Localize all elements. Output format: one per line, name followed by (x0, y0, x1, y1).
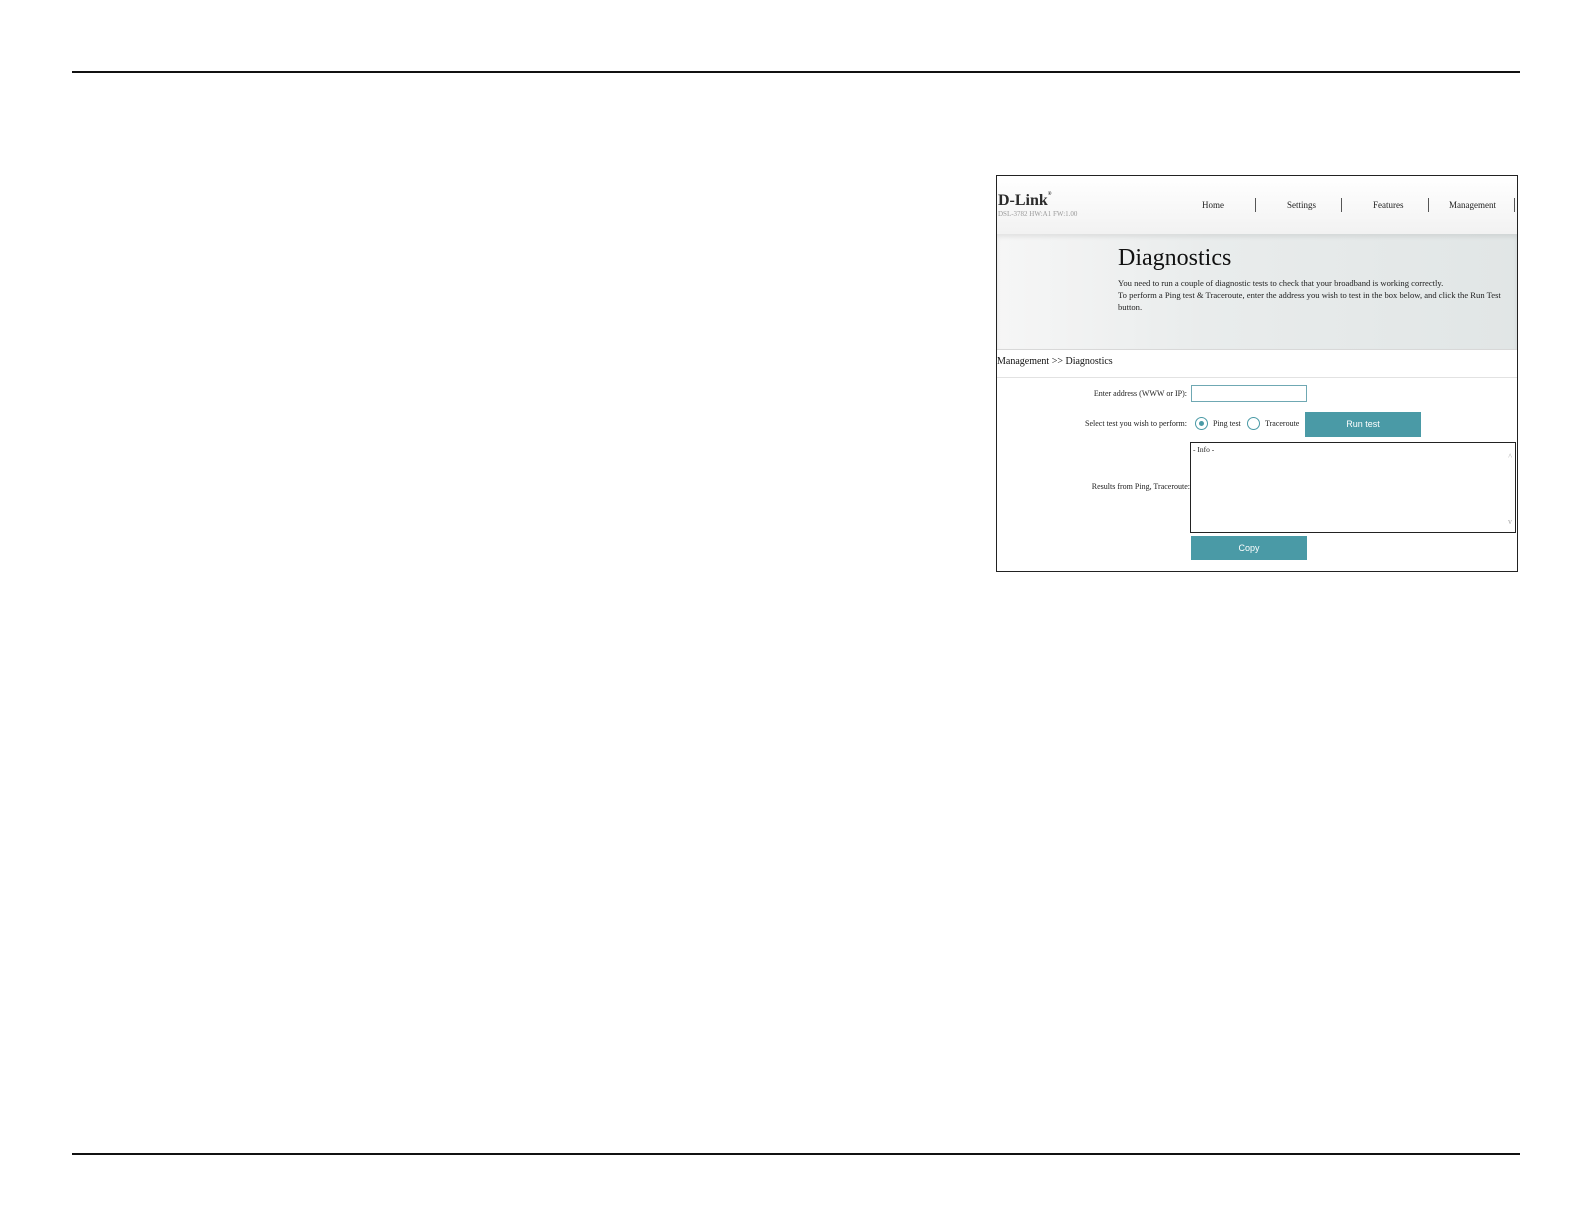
address-input[interactable] (1191, 385, 1307, 402)
router-ui-screenshot: D-Link® DSL-3782 HW:A1 FW:1.00 Home Sett… (996, 175, 1518, 572)
breadcrumb: Management >> Diagnostics (997, 356, 1113, 367)
ping-test-label[interactable]: Ping test (1213, 419, 1241, 428)
traceroute-label[interactable]: Traceroute (1265, 419, 1299, 428)
router-header: D-Link® DSL-3782 HW:A1 FW:1.00 Home Sett… (997, 176, 1517, 234)
description-line-1: You need to run a couple of diagnostic t… (1118, 278, 1444, 288)
top-rule (72, 71, 1520, 73)
results-textarea[interactable]: - Info - ^ v (1190, 442, 1516, 533)
nav-features[interactable]: Features (1373, 200, 1404, 210)
copy-button[interactable]: Copy (1191, 536, 1307, 560)
page-title: Diagnostics (1118, 245, 1232, 271)
test-select-label: Select test you wish to perform: (1085, 419, 1187, 428)
nav-separator (1255, 198, 1256, 212)
nav-separator (1341, 198, 1342, 212)
nav-separator (1514, 198, 1515, 212)
nav-home[interactable]: Home (1202, 200, 1224, 210)
run-test-button[interactable]: Run test (1305, 412, 1421, 437)
nav-settings[interactable]: Settings (1287, 200, 1316, 210)
nav-management[interactable]: Management (1449, 200, 1496, 210)
scroll-down-icon[interactable]: v (1508, 517, 1512, 526)
page-description: You need to run a couple of diagnostic t… (1118, 277, 1508, 313)
model-info: DSL-3782 HW:A1 FW:1.00 (998, 210, 1078, 218)
description-line-2: To perform a Ping test & Traceroute, ent… (1118, 290, 1501, 312)
results-text: - Info - (1193, 445, 1215, 454)
diagnostics-banner: Diagnostics You need to run a couple of … (997, 234, 1517, 350)
radio-selected-dot (1199, 421, 1204, 426)
nav-separator (1428, 198, 1429, 212)
breadcrumb-divider (997, 377, 1517, 378)
address-label: Enter address (WWW or IP): (1093, 389, 1187, 398)
traceroute-radio[interactable] (1247, 417, 1260, 430)
dlink-logo: D-Link® (998, 192, 1052, 209)
bottom-rule (72, 1153, 1520, 1155)
ping-test-radio[interactable] (1195, 417, 1208, 430)
scroll-up-icon[interactable]: ^ (1508, 452, 1512, 461)
results-label: Results from Ping, Traceroute: (1091, 482, 1190, 491)
